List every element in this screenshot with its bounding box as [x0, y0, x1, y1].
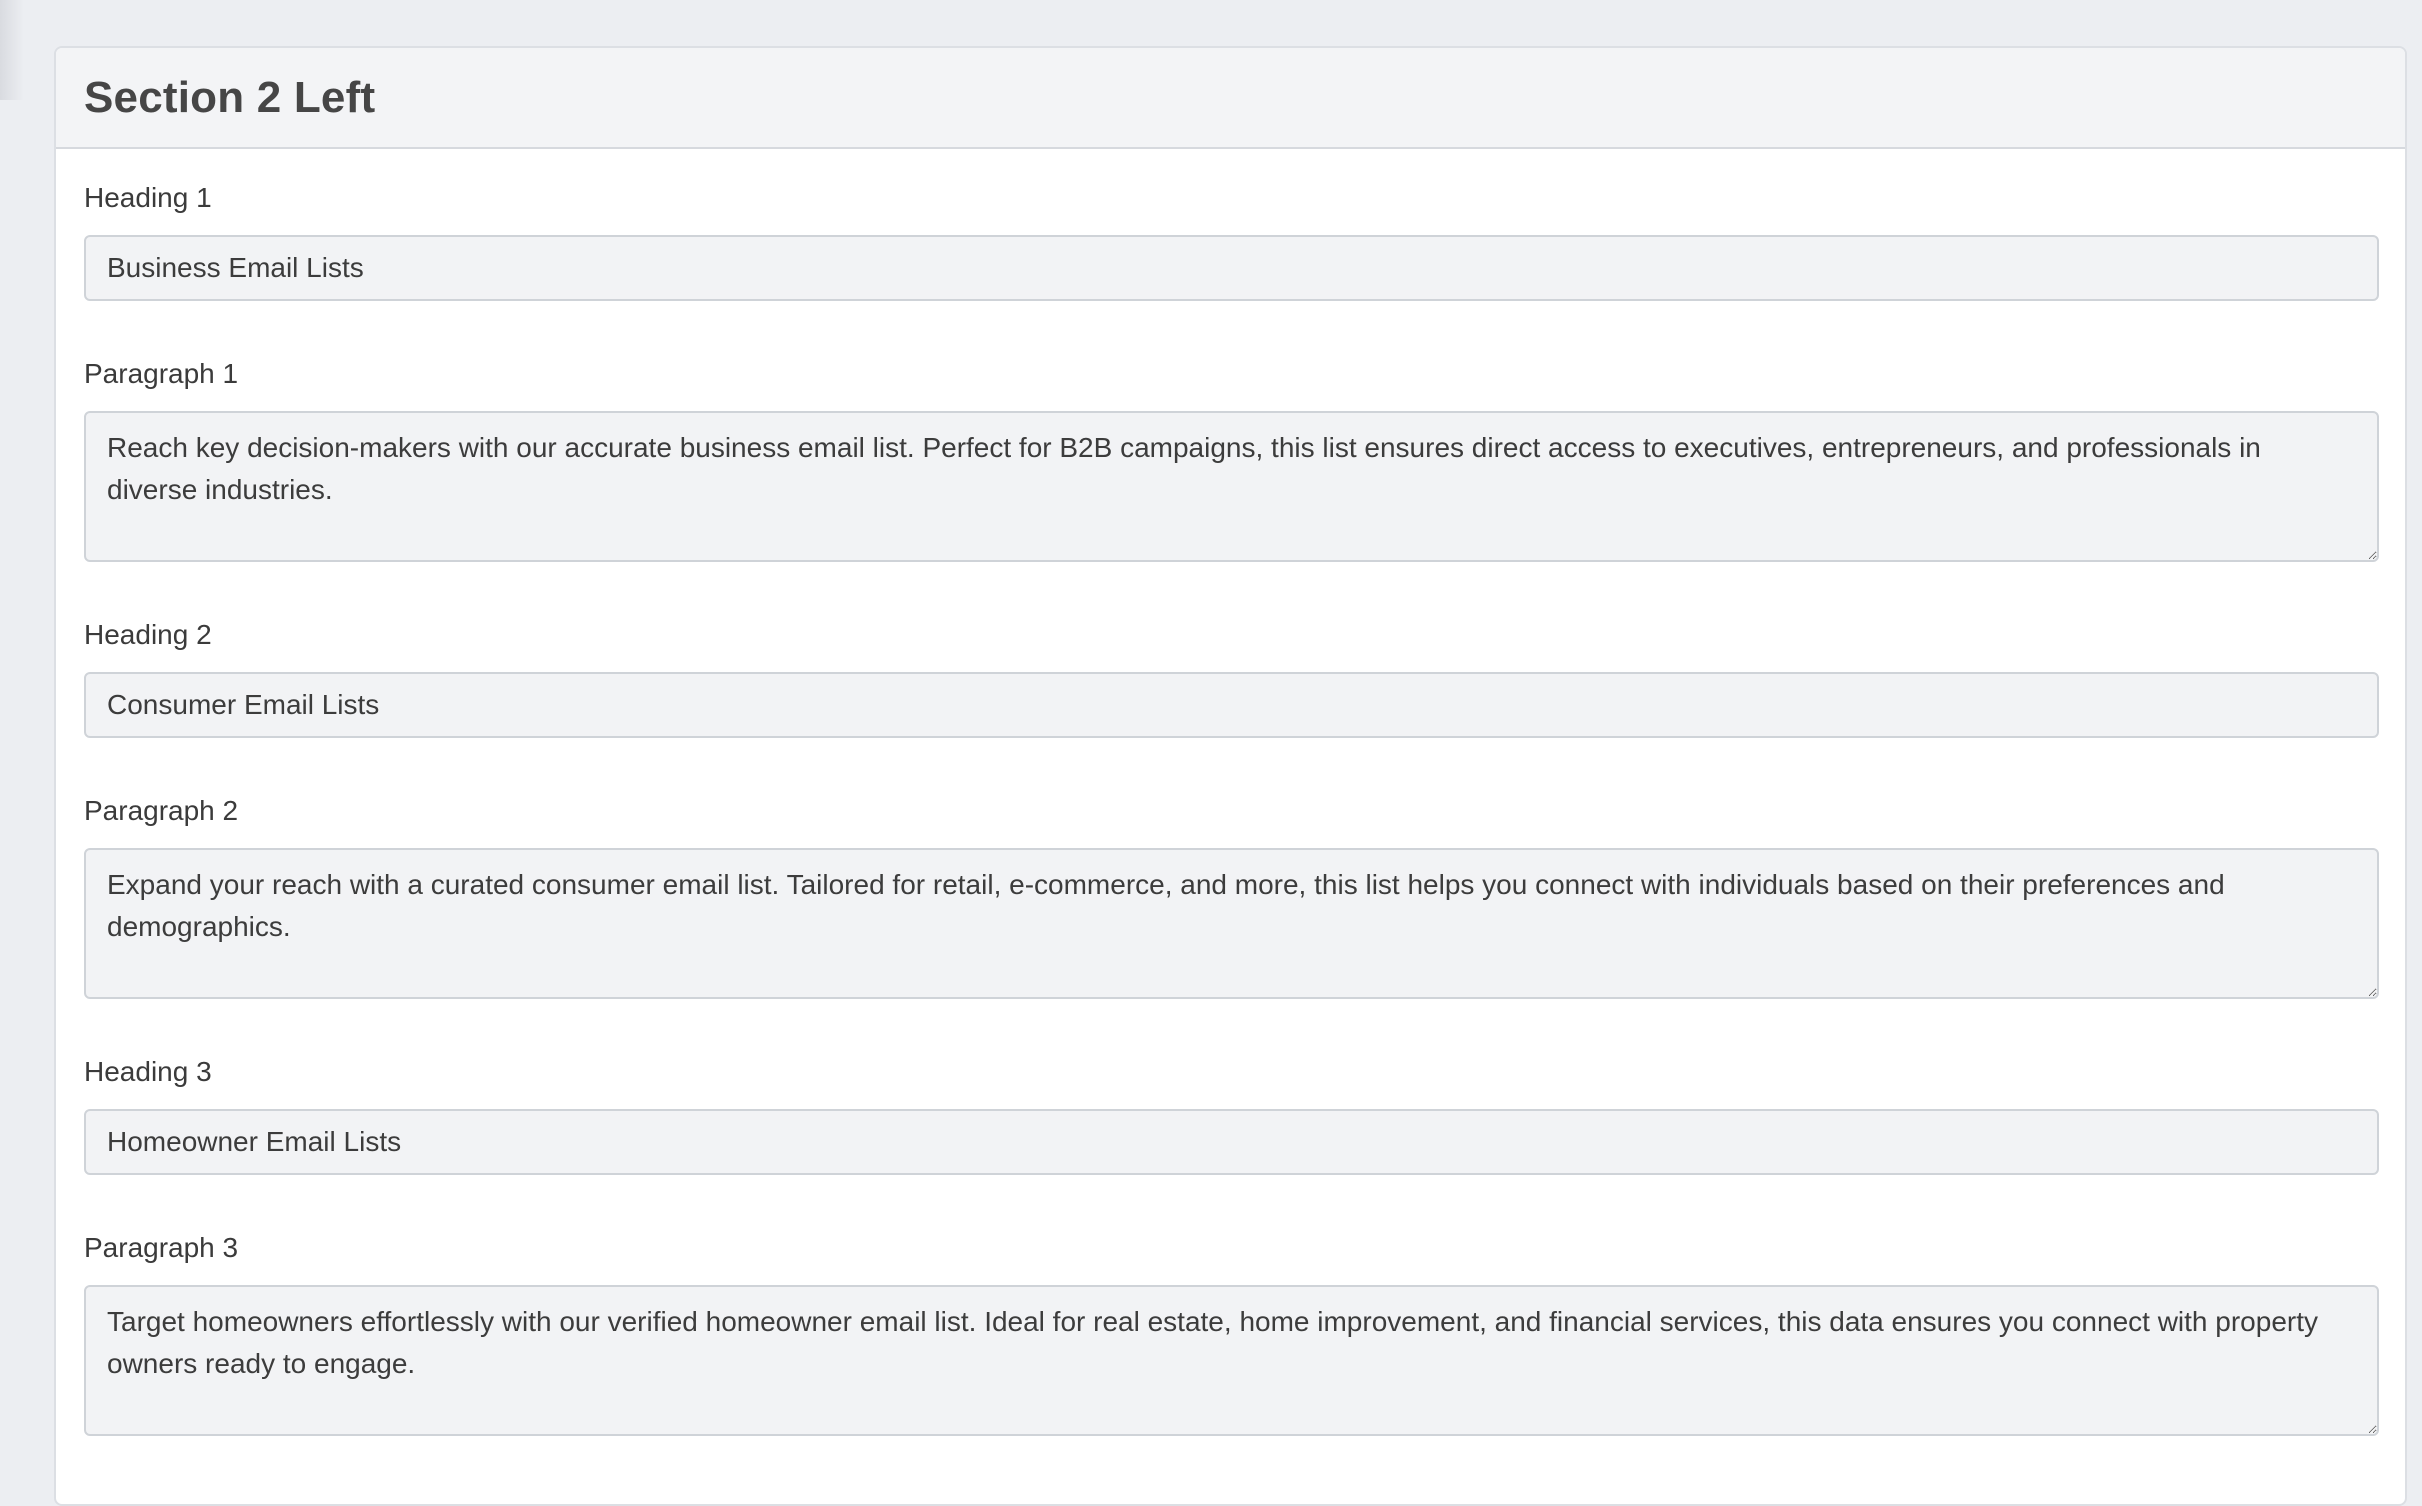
section-title: Section 2 Left [84, 72, 376, 122]
paragraph-3-textarea[interactable]: Target homeowners effortlessly with our … [84, 1285, 2379, 1436]
section-header: Section 2 Left [56, 48, 2405, 149]
heading-2-group: Heading 2 [84, 618, 2379, 738]
section-card: Section 2 Left Heading 1 Paragraph 1 Rea… [54, 46, 2407, 1506]
heading-3-group: Heading 3 [84, 1055, 2379, 1175]
heading-1-group: Heading 1 [84, 181, 2379, 301]
paragraph-2-group: Paragraph 2 Expand your reach with a cur… [84, 794, 2379, 999]
heading-1-input[interactable] [84, 235, 2379, 301]
heading-2-label: Heading 2 [84, 619, 212, 650]
page-edge-shadow [0, 0, 24, 100]
paragraph-3-group: Paragraph 3 Target homeowners effortless… [84, 1231, 2379, 1436]
paragraph-1-group: Paragraph 1 Reach key decision-makers wi… [84, 357, 2379, 562]
heading-2-input[interactable] [84, 672, 2379, 738]
paragraph-1-label: Paragraph 1 [84, 358, 239, 389]
heading-3-label: Heading 3 [84, 1056, 212, 1087]
heading-3-input[interactable] [84, 1109, 2379, 1175]
paragraph-2-textarea[interactable]: Expand your reach with a curated consume… [84, 848, 2379, 999]
paragraph-2-label: Paragraph 2 [84, 795, 239, 826]
paragraph-3-label: Paragraph 3 [84, 1232, 239, 1263]
heading-1-label: Heading 1 [84, 182, 212, 213]
paragraph-1-textarea[interactable]: Reach key decision-makers with our accur… [84, 411, 2379, 562]
section-form: Heading 1 Paragraph 1 Reach key decision… [56, 149, 2405, 1436]
